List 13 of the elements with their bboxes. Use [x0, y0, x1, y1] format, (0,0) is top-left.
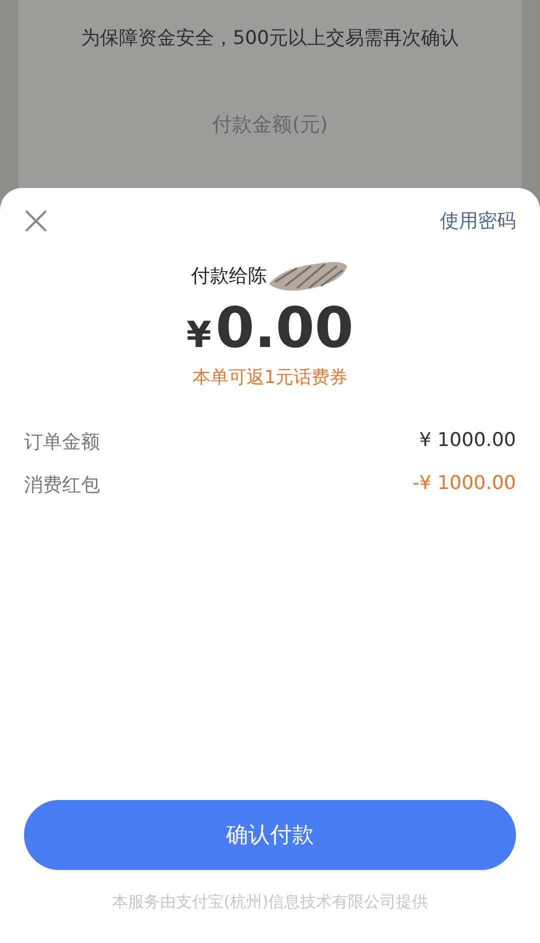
detail-label: 消费红包: [24, 473, 100, 498]
security-notice: 为保障资金安全，500元以上交易需再次确认: [80, 26, 460, 51]
confirm-payment-button[interactable]: 确认付款: [24, 800, 516, 870]
detail-value: -¥ 1000.00: [412, 472, 516, 496]
use-password-link[interactable]: 使用密码: [440, 208, 516, 234]
payment-amount: 0.00: [215, 296, 354, 361]
provider-footer: 本服务由支付宝(杭州)信息技术有限公司提供: [24, 892, 516, 913]
cashback-promo: 本单可返1元话费券: [191, 366, 349, 389]
detail-value: ¥ 1000.00: [419, 429, 516, 453]
payee-name: 付款给陈: [191, 264, 267, 289]
close-button[interactable]: [24, 209, 48, 233]
detail-label: 订单金额: [24, 430, 100, 455]
currency-symbol: ¥: [186, 315, 212, 356]
